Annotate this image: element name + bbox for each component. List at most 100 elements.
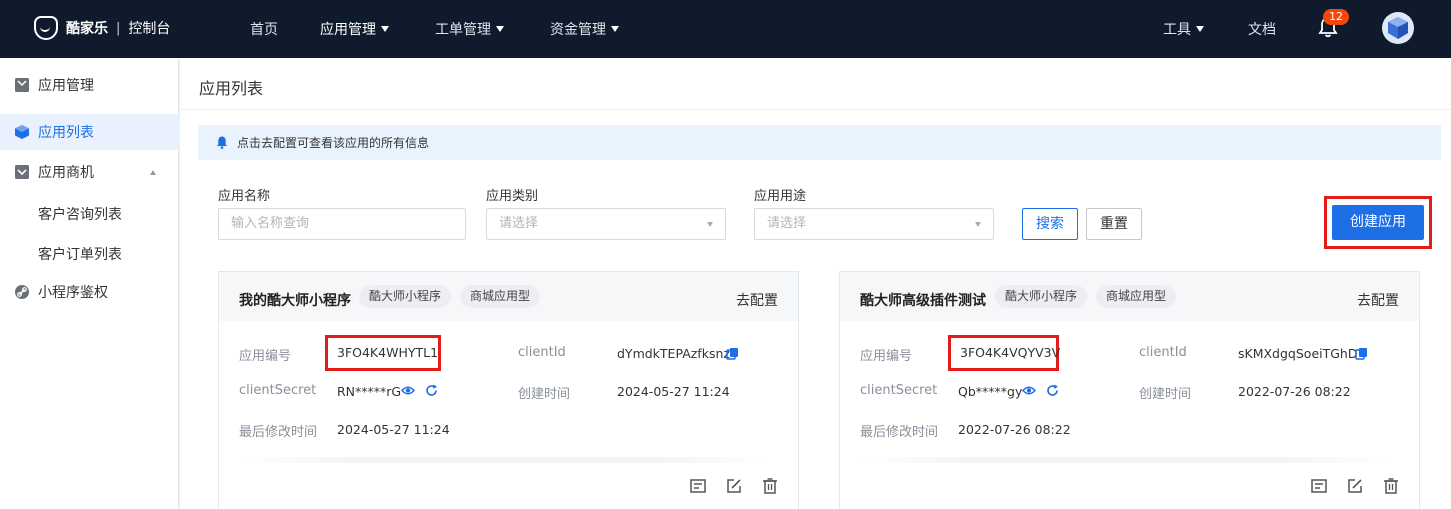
modified-time-key: 最后修改时间 <box>860 425 939 440</box>
brand-logo-icon <box>34 16 58 40</box>
delete-icon[interactable] <box>762 478 778 494</box>
app-tag: 酷大师小程序 <box>995 285 1088 308</box>
sidebar-item-mini-program-auth[interactable]: 小程序鉴权 <box>0 274 179 310</box>
caret-down-icon <box>975 222 981 227</box>
app-tag: 商城应用型 <box>1096 285 1177 308</box>
app-management-icon <box>15 78 29 92</box>
app-name-input[interactable]: 输入名称查询 <box>218 208 466 240</box>
eye-icon[interactable] <box>401 384 415 397</box>
cube-icon <box>15 125 29 139</box>
sidebar-item-label: 应用管理 <box>38 78 94 94</box>
configure-link[interactable]: 去配置 <box>736 290 778 310</box>
brand-console-label: 控制台 <box>128 21 171 37</box>
sidebar-item-app-opportunity[interactable]: 应用商机 <box>0 154 179 190</box>
client-secret-key: clientSecret <box>860 383 938 398</box>
nav-item-tools[interactable]: 工具 <box>1163 19 1204 39</box>
sidebar-item-customer-orders[interactable]: 客户订单列表 <box>38 244 122 264</box>
app-card-header: 我的酷大师小程序 酷大师小程序 商城应用型 去配置 <box>219 272 798 321</box>
created-time-value: 2024-05-27 11:24 <box>617 384 730 399</box>
app-type-select[interactable]: 请选择 <box>486 208 726 240</box>
link-icon <box>15 285 29 299</box>
main-content: 应用列表 点击去配置可查看该应用的所有信息 应用名称 输入名称查询 应用类别 请… <box>180 58 1451 509</box>
app-card: 我的酷大师小程序 酷大师小程序 商城应用型 去配置 应用编号 3FO4K4WHY… <box>218 271 799 509</box>
app-card-name: 酷大师高级插件测试 <box>860 293 986 309</box>
edit-icon[interactable] <box>1347 478 1363 494</box>
nav-item-label: 资金管理 <box>550 22 606 38</box>
client-secret-value: RN*****rG <box>337 384 402 399</box>
divider <box>180 109 1451 110</box>
sidebar-item-app-management[interactable]: 应用管理 <box>0 67 179 103</box>
user-avatar[interactable] <box>1381 11 1415 45</box>
create-app-highlight: 创建应用 <box>1324 196 1432 249</box>
nav-item-label: 工具 <box>1163 22 1191 38</box>
refresh-icon[interactable] <box>425 384 438 397</box>
sidebar-item-app-list[interactable]: 应用列表 <box>0 114 179 150</box>
sidebar-item-customer-inquiries[interactable]: 客户咨询列表 <box>38 204 122 224</box>
copy-icon[interactable] <box>726 347 739 360</box>
nav-item-app-management[interactable]: 应用管理 <box>320 19 389 39</box>
created-time-value: 2022-07-26 08:22 <box>1238 384 1351 399</box>
app-id-highlight: 3FO4K4WHYTL1 <box>325 335 441 371</box>
caret-down-icon <box>1196 26 1204 32</box>
divider <box>860 457 1390 463</box>
info-notice: 点击去配置可查看该应用的所有信息 <box>198 125 1441 160</box>
brand-logo[interactable]: 酷家乐 | 控制台 <box>34 16 170 40</box>
modified-time-value: 2022-07-26 08:22 <box>958 422 1071 437</box>
page-title: 应用列表 <box>199 79 264 98</box>
search-button[interactable]: 搜索 <box>1022 208 1078 240</box>
eye-icon[interactable] <box>1022 384 1036 397</box>
caret-down-icon <box>707 222 713 227</box>
client-secret-key: clientSecret <box>239 383 317 398</box>
app-type-placeholder: 请选择 <box>499 216 539 231</box>
notification-count-badge: 12 <box>1323 9 1349 25</box>
modified-time-key: 最后修改时间 <box>239 425 318 440</box>
brand-separator: | <box>116 20 121 36</box>
created-time-key: 创建时间 <box>518 387 571 402</box>
app-card-header: 酷大师高级插件测试 酷大师小程序 商城应用型 去配置 <box>840 272 1419 321</box>
nav-item-docs[interactable]: 文档 <box>1248 19 1276 39</box>
divider <box>239 457 769 463</box>
configure-link[interactable]: 去配置 <box>1357 290 1399 310</box>
nav-item-label: 应用管理 <box>320 22 376 38</box>
app-id-key: 应用编号 <box>239 349 292 364</box>
notice-text: 点击去配置可查看该应用的所有信息 <box>237 136 430 150</box>
app-tag: 酷大师小程序 <box>359 285 452 308</box>
created-time-key: 创建时间 <box>1139 387 1192 402</box>
app-id-key: 应用编号 <box>860 349 913 364</box>
bell-icon <box>217 136 227 149</box>
nav-item-fund-management[interactable]: 资金管理 <box>550 19 619 39</box>
details-icon[interactable] <box>690 478 706 494</box>
caret-down-icon <box>381 26 389 32</box>
nav-item-label: 工单管理 <box>435 22 491 38</box>
nav-item-label: 首页 <box>250 22 278 38</box>
client-secret-value: Qb*****gy <box>958 384 1023 399</box>
brand-name: 酷家乐 <box>66 21 108 37</box>
nav-item-label: 文档 <box>1248 22 1276 38</box>
sidebar-item-label: 应用列表 <box>38 125 94 141</box>
details-icon[interactable] <box>1311 478 1327 494</box>
refresh-icon[interactable] <box>1046 384 1059 397</box>
nav-item-home[interactable]: 首页 <box>250 19 278 39</box>
modified-time-value: 2024-05-27 11:24 <box>337 422 450 437</box>
top-nav-bar: 酷家乐 | 控制台 首页 应用管理 工单管理 资金管理 工具 文档 12 <box>0 0 1451 58</box>
nav-item-ticket-management[interactable]: 工单管理 <box>435 19 504 39</box>
app-tag: 商城应用型 <box>460 285 541 308</box>
app-id-value: 3FO4K4WHYTL1 <box>337 345 439 360</box>
app-usage-placeholder: 请选择 <box>767 216 807 231</box>
app-usage-select[interactable]: 请选择 <box>754 208 994 240</box>
app-id-value: 3FO4K4VQYV3V <box>960 345 1061 360</box>
delete-icon[interactable] <box>1383 478 1399 494</box>
app-usage-label: 应用用途 <box>754 189 807 204</box>
sidebar: 应用管理 应用列表 应用商机 客户咨询列表 客户订单列表 小程序鉴权 <box>0 58 179 509</box>
copy-icon[interactable] <box>1355 347 1368 360</box>
app-type-label: 应用类别 <box>486 189 539 204</box>
caret-down-icon <box>611 26 619 32</box>
create-app-button[interactable]: 创建应用 <box>1332 205 1424 240</box>
client-id-key: clientId <box>518 345 566 360</box>
edit-icon[interactable] <box>726 478 742 494</box>
reset-button[interactable]: 重置 <box>1086 208 1142 240</box>
sidebar-item-label: 小程序鉴权 <box>38 285 108 301</box>
app-card-name: 我的酷大师小程序 <box>239 293 351 309</box>
caret-down-icon <box>496 26 504 32</box>
sidebar-item-label: 应用商机 <box>38 165 94 181</box>
